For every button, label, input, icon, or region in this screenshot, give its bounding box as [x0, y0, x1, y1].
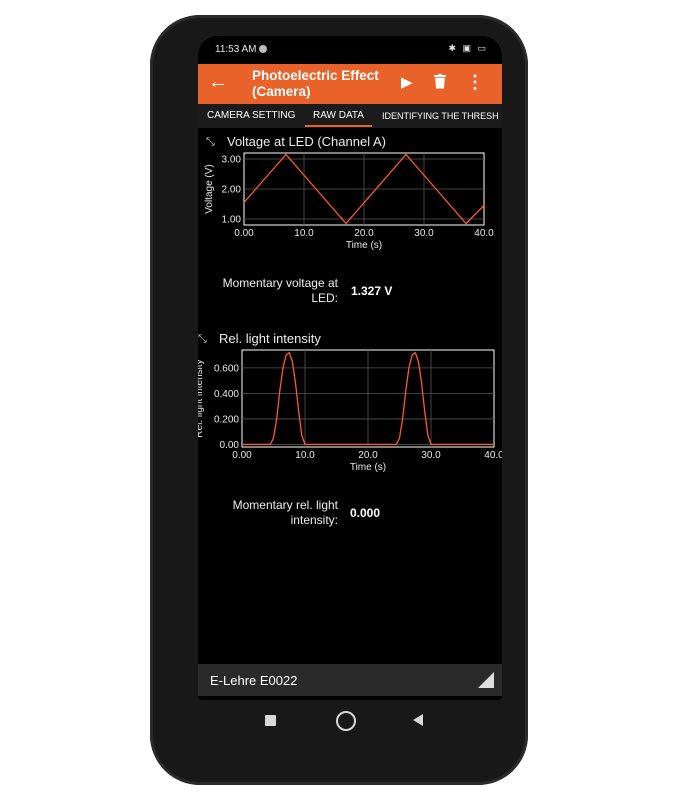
back-triangle-icon[interactable]	[413, 714, 423, 726]
expand-icon[interactable]: ⤡	[206, 136, 215, 149]
x-tick-label: 10.0	[294, 228, 314, 239]
y-tick-label: 0.400	[214, 389, 239, 400]
y-tick-label: 0.00	[220, 440, 240, 451]
chart-title-voltage: Voltage at LED (Channel A)	[227, 134, 386, 149]
back-arrow-icon[interactable]: ←	[208, 72, 228, 92]
status-bar: 11:53 AM ✱ ▣ ▭	[198, 36, 502, 64]
play-icon[interactable]: ▶	[401, 73, 413, 91]
x-tick-label: 30.0	[421, 450, 441, 461]
y-tick-label: 1.00	[222, 215, 242, 226]
home-icon[interactable]	[336, 711, 356, 731]
tab-bar: CAMERA SETTING RAW DATA IDENTIFYING THE …	[198, 104, 502, 128]
phone-screen: 11:53 AM ✱ ▣ ▭ ← Photoelectric Effect (C…	[198, 36, 502, 700]
status-time: 11:53 AM	[215, 44, 257, 55]
x-tick-label: 20.0	[358, 450, 378, 461]
y-tick-label: 0.600	[214, 363, 239, 374]
voltage-chart: 0.00 10.0 20.0 30.0 40.0 1.00 2.00 3.00 Time (s)…	[204, 152, 494, 251]
x-tick-label: 0.00	[234, 228, 254, 239]
recents-icon[interactable]	[265, 715, 276, 726]
x-tick-label: 40.0	[474, 228, 494, 239]
tab-identifying-threshold[interactable]: IDENTIFYING THE THRESH	[382, 111, 499, 121]
y-tick-label: 0.200	[214, 414, 239, 425]
x-axis-label: Time (s)	[346, 240, 382, 251]
expand-icon[interactable]: ⤡	[198, 333, 207, 346]
x-tick-label: 30.0	[414, 228, 434, 239]
chart-title-intensity: Rel. light intensity	[219, 331, 321, 346]
intensity-readout-label: Momentary rel. light intensity:	[232, 498, 338, 527]
y-tick-label: 2.00	[222, 185, 242, 196]
intensity-readout-value: 0.000	[350, 506, 381, 520]
device-footer: E-Lehre E0022	[198, 664, 502, 696]
nav-bar	[260, 711, 440, 735]
status-icons: ✱ ▣ ▭	[448, 43, 488, 53]
notification-icon	[259, 45, 267, 53]
x-axis-label: Time (s)	[350, 462, 386, 473]
tab-camera-setting[interactable]: CAMERA SETTING	[207, 110, 295, 121]
y-axis-label: Rel. light intensity	[198, 359, 205, 437]
x-tick-label: 40.0	[484, 450, 502, 461]
voltage-readout-value: 1.327 V	[351, 284, 393, 298]
x-tick-label: 20.0	[354, 228, 374, 239]
y-axis-label: Voltage (V)	[204, 164, 215, 213]
trash-icon[interactable]	[434, 74, 446, 89]
voltage-readout-label: Momentary voltage at LED:	[222, 276, 338, 305]
app-title: Photoelectric Effect (Camera)	[252, 68, 379, 99]
y-tick-label: 3.00	[222, 155, 242, 166]
device-name: E-Lehre E0022	[210, 673, 298, 688]
x-tick-label: 0.00	[232, 450, 252, 461]
x-tick-label: 10.0	[295, 450, 315, 461]
tab-raw-data[interactable]: RAW DATA	[305, 110, 372, 127]
resize-corner-icon[interactable]	[478, 672, 494, 688]
app-bar: ← Photoelectric Effect (Camera) ▶ ⋮	[198, 64, 502, 104]
intensity-chart: 0.00 10.0 20.0 30.0 40.0 0.00 0.200 0.400 0.600 T…	[198, 349, 502, 473]
more-vert-icon[interactable]: ⋮	[466, 73, 484, 91]
